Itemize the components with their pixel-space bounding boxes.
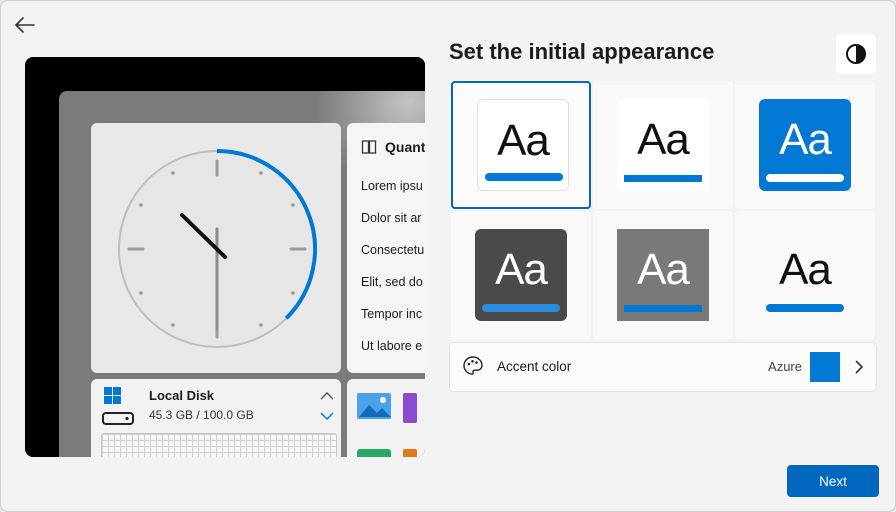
book-icon xyxy=(361,140,377,154)
orange-folder-icon xyxy=(403,449,417,457)
accent-bar xyxy=(482,304,560,312)
theme-tile-light[interactable]: Aa xyxy=(451,81,591,209)
accent-bar xyxy=(485,173,563,181)
accent-bar xyxy=(624,175,702,182)
chevron-right-icon xyxy=(855,360,864,374)
list-item: Tempor inc xyxy=(361,307,423,321)
disk-usage: 45.3 GB / 100.0 GB xyxy=(149,408,254,422)
contrast-themes-button[interactable] xyxy=(836,34,876,74)
accent-bar xyxy=(766,174,844,182)
next-button[interactable]: Next xyxy=(787,465,879,497)
theme-tile-dark[interactable]: Aa xyxy=(451,211,591,339)
theme-sample: Aa xyxy=(617,229,709,321)
list-item: Consectetu xyxy=(361,243,425,257)
theme-sample: Aa xyxy=(475,229,567,321)
disk-usage-grid xyxy=(101,433,337,457)
video-folder-icon xyxy=(403,393,417,423)
theme-tile-minimal[interactable]: Aa xyxy=(735,211,875,339)
disk-widget: Local Disk 45.3 GB / 100.0 GB xyxy=(91,379,341,457)
chevron-down-icon xyxy=(320,412,334,420)
contrast-icon xyxy=(846,44,866,64)
theme-sample: Aa xyxy=(759,229,851,321)
theme-sample: Aa xyxy=(759,99,851,191)
clock-widget xyxy=(91,123,341,373)
accent-color-value: Azure xyxy=(768,359,802,374)
list-item: Dolor sit ar xyxy=(361,211,422,225)
theme-sample: Aa xyxy=(617,99,709,191)
page-title: Set the initial appearance xyxy=(449,39,715,64)
chevron-up-icon xyxy=(320,392,334,400)
setup-window: Quant Lorem ipsu Dolor sit ar Consectetu… xyxy=(0,0,896,512)
list-widget: Quant Lorem ipsu Dolor sit ar Consectetu… xyxy=(347,123,425,373)
back-arrow-icon xyxy=(15,17,35,33)
clock-icon xyxy=(118,149,317,348)
theme-sample: Aa xyxy=(477,99,569,191)
accent-bar xyxy=(624,305,702,312)
accent-color-row[interactable]: Accent color Azure xyxy=(449,342,877,392)
list-item: Ut labore e xyxy=(361,339,423,353)
back-button[interactable] xyxy=(11,11,39,39)
list-item: Lorem ipsu xyxy=(361,179,423,193)
files-widget xyxy=(347,379,425,457)
drive-icon xyxy=(102,387,134,425)
theme-tile-light-plain[interactable]: Aa xyxy=(593,81,733,209)
accent-color-swatch xyxy=(810,352,840,382)
theme-tile-gray[interactable]: Aa xyxy=(593,211,733,339)
accent-color-label: Accent color xyxy=(497,359,572,374)
theme-preview: Quant Lorem ipsu Dolor sit ar Consectetu… xyxy=(25,57,425,457)
preview-desktop: Quant Lorem ipsu Dolor sit ar Consectetu… xyxy=(59,91,425,457)
list-item: Elit, sed do xyxy=(361,275,423,289)
palette-icon xyxy=(463,356,483,375)
theme-tile-accent[interactable]: Aa xyxy=(735,81,875,209)
pictures-folder-icon xyxy=(357,393,391,419)
list-widget-title: Quant xyxy=(385,139,425,155)
disk-title: Local Disk xyxy=(149,388,215,403)
theme-grid: Aa Aa Aa Aa Aa Aa xyxy=(449,81,877,341)
green-folder-icon xyxy=(357,449,391,457)
accent-bar xyxy=(766,304,844,312)
